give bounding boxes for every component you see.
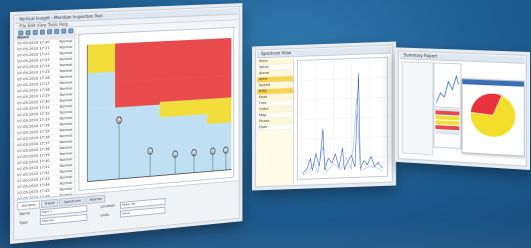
alert-zone-3 — [207, 97, 232, 125]
list-item-status: Normal — [59, 98, 73, 103]
trend-chart — [78, 26, 235, 192]
list-item-status: Normal — [59, 56, 73, 62]
list-item-status: Normal — [59, 86, 73, 92]
monitor-left: Vertical Insight - Meridian Inspection T… — [10, 3, 243, 244]
monitor-center: Spectrum View Point Value Alarm Alert Speed R… — [252, 41, 396, 191]
normal-zone-3 — [207, 122, 232, 172]
spectrum-trace-2 — [302, 98, 383, 176]
list-item-status: Normal — [59, 115, 73, 121]
alarm-zone-1 — [115, 37, 232, 82]
tab-general[interactable]: General — [17, 200, 40, 211]
mini-chart — [433, 62, 462, 109]
field-label: Location — [100, 203, 115, 209]
list-item-status: Normal — [59, 68, 73, 74]
monitor-right: Summary Report — [394, 47, 530, 170]
list-item-status: Normal — [59, 104, 73, 109]
mini-chart-svg — [434, 63, 460, 107]
alarm-zone-2 — [115, 79, 160, 108]
list-item-status: Normal — [59, 74, 73, 80]
list-item-status: Normal — [59, 109, 73, 115]
list-item-status: Normal — [59, 62, 73, 68]
alert-zone-1 — [87, 43, 116, 74]
field-input[interactable]: mm/s — [120, 206, 166, 218]
field-label: Units — [100, 212, 110, 218]
list-item-status: Normal — [59, 50, 73, 56]
measurement-list: Name 07-05-2010 17:20 Normal 07-05-2010 17… — [15, 33, 76, 204]
list-item-status: Normal — [59, 45, 73, 50]
list-item-status: Normal — [59, 127, 73, 133]
list-item-status: Normal — [59, 39, 73, 44]
value-table: Point Value Alarm Alert Speed RMS Peak Freq Orde… — [257, 58, 294, 186]
normal-zone-2 — [87, 71, 116, 110]
trend-chart-svg — [79, 27, 234, 191]
pie-chart-window — [461, 78, 525, 157]
table-row[interactable]: Date — [257, 124, 293, 132]
app-window-main: Vertical Insight - Meridian Inspection T… — [15, 7, 238, 239]
report-sidebar — [401, 61, 434, 156]
tab-alarms[interactable]: Alarms — [85, 194, 106, 205]
list-item-status: Normal — [59, 80, 73, 86]
floor-reflection — [0, 218, 531, 248]
mini-trend-line — [436, 75, 458, 103]
pie-chart — [462, 84, 523, 154]
field-label: Name — [19, 211, 30, 217]
spectrum-svg — [298, 58, 387, 179]
list-item-status: Normal — [59, 92, 73, 97]
normal-row — [435, 129, 460, 136]
app-window-report: Summary Report — [399, 52, 525, 165]
desktop-background: Vertical Insight - Meridian Inspection T… — [0, 0, 531, 248]
mini-table — [433, 108, 462, 150]
alarm-zone-3 — [159, 75, 232, 103]
grid-lines — [298, 58, 387, 179]
spectrum-chart — [297, 56, 388, 180]
list-item-status: Normal — [59, 121, 73, 127]
app-window-spectrum: Spectrum View Point Value Alarm Alert Speed R… — [257, 46, 391, 186]
list-item-status: Normal — [59, 133, 73, 139]
